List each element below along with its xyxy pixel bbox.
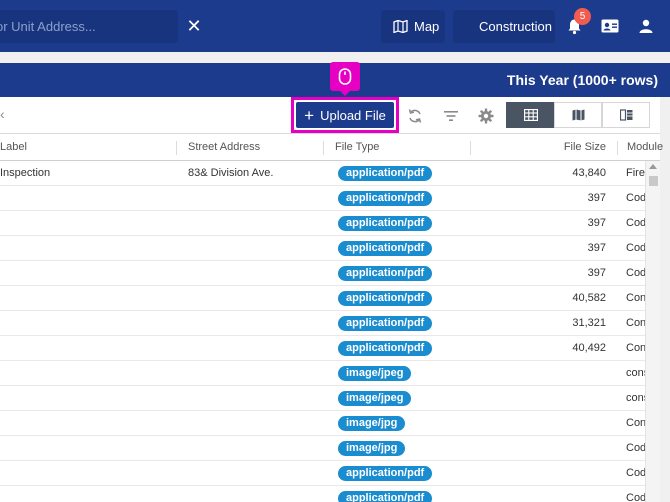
cell-file-size: 40,492 — [572, 342, 606, 354]
module-selector-button[interactable]: Construction — [453, 10, 555, 43]
map-button[interactable]: Map — [381, 10, 445, 43]
column-divider[interactable] — [323, 141, 324, 155]
column-header-file-size[interactable]: File Size — [564, 141, 606, 153]
cell-file-size: 397 — [587, 217, 606, 229]
file-type-badge: image/jpeg — [338, 391, 412, 406]
file-type-badge: image/jpg — [338, 416, 406, 431]
table-view-icon — [524, 109, 538, 121]
upload-file-label: Upload File — [320, 107, 386, 123]
split-view-button[interactable] — [602, 102, 650, 128]
person-icon[interactable] — [639, 19, 653, 33]
cell-module: Cod — [626, 442, 645, 454]
file-type-badge: application/pdf — [338, 291, 433, 306]
column-header-street-address[interactable]: Street Address — [188, 141, 260, 153]
table-row[interactable]: application/pdf Cod — [0, 461, 645, 486]
table-row[interactable]: image/jpg Con — [0, 411, 645, 436]
address-search — [0, 10, 178, 43]
id-card-icon[interactable] — [601, 19, 619, 33]
cursor-hint-tooltip — [330, 62, 360, 96]
map-button-label: Map — [414, 19, 440, 34]
file-type-badge: image/jpeg — [338, 366, 412, 381]
file-type-badge: application/pdf — [338, 191, 433, 206]
map-icon — [393, 20, 408, 33]
cell-file-size: 397 — [587, 192, 606, 204]
file-type-badge: application/pdf — [338, 316, 433, 331]
gear-icon[interactable] — [478, 108, 494, 124]
cell-module: Con — [626, 317, 645, 329]
cell-module: Cod — [626, 467, 645, 479]
file-type-badge: application/pdf — [338, 491, 433, 502]
table-row[interactable]: application/pdf 31,321 Con — [0, 311, 645, 336]
table-row[interactable]: application/pdf 397 Cod — [0, 261, 645, 286]
file-type-badge: application/pdf — [338, 341, 433, 356]
table-row[interactable]: Inspection 83& Division Ave. application/p… — [0, 161, 645, 186]
cell-module: Con — [626, 417, 645, 429]
cell-module: Con — [626, 292, 645, 304]
refresh-icon[interactable] — [407, 108, 423, 124]
table-row[interactable]: application/pdf Cod — [0, 486, 645, 502]
table-row[interactable]: image/jpeg cons — [0, 361, 645, 386]
grid-icon — [462, 21, 473, 32]
vertical-scrollbar[interactable] — [645, 161, 660, 502]
cell-module: Cod — [626, 192, 645, 204]
file-type-badge: application/pdf — [338, 466, 433, 481]
file-type-badge: application/pdf — [338, 166, 433, 181]
cell-module: Con — [626, 342, 645, 354]
cell-module: cons — [626, 392, 645, 404]
filter-icon[interactable] — [443, 108, 459, 124]
cell-file-size: 397 — [587, 242, 606, 254]
map-view-icon — [572, 109, 585, 121]
cell-module: Cod — [626, 242, 645, 254]
cell-file-size: 43,840 — [572, 167, 606, 179]
file-type-badge: application/pdf — [338, 241, 433, 256]
cell-module: Cod — [626, 217, 645, 229]
cell-label: Inspection — [0, 167, 51, 179]
table-body: Inspection 83& Division Ave. application/p… — [0, 161, 645, 502]
cell-file-size: 397 — [587, 267, 606, 279]
file-type-badge: application/pdf — [338, 266, 433, 281]
cell-file-size: 31,321 — [572, 317, 606, 329]
mouse-icon — [338, 68, 352, 85]
cell-module: cons — [626, 367, 645, 379]
cell-street-address: 83& Division Ave. — [188, 167, 274, 179]
cell-module: Cod — [626, 267, 645, 279]
plus-icon: + — [304, 105, 315, 125]
clear-search-icon[interactable]: ✕ — [186, 16, 202, 36]
cell-file-size: 40,582 — [572, 292, 606, 304]
table-view-button[interactable] — [506, 102, 554, 128]
table-row[interactable]: application/pdf 397 Cod — [0, 186, 645, 211]
table-row[interactable]: image/jpg Cod — [0, 436, 645, 461]
search-input[interactable] — [0, 10, 178, 43]
scrollbar-thumb[interactable] — [649, 176, 658, 186]
file-type-badge: application/pdf — [338, 216, 433, 231]
scroll-up-arrow-icon[interactable] — [649, 164, 657, 169]
chevron-left-icon[interactable]: ‹ — [0, 106, 5, 122]
column-divider[interactable] — [470, 141, 471, 155]
column-header-file-type[interactable]: File Type — [335, 141, 379, 153]
table-header: Label Street Address File Type File Size… — [0, 134, 663, 161]
split-view-icon — [620, 109, 633, 121]
map-view-button[interactable] — [554, 102, 602, 128]
upload-file-button[interactable]: + Upload File — [296, 102, 394, 128]
table-row[interactable]: application/pdf 40,582 Con — [0, 286, 645, 311]
table-row[interactable]: application/pdf 397 Cod — [0, 236, 645, 261]
column-header-module[interactable]: Module — [627, 141, 663, 153]
cell-module: Fire — [626, 167, 645, 179]
module-selector-label: Construction — [479, 19, 552, 34]
cell-module: Cod — [626, 492, 645, 502]
results-count-title: This Year (1000+ rows) — [506, 72, 658, 88]
table-row[interactable]: application/pdf 40,492 Con — [0, 336, 645, 361]
column-divider[interactable] — [617, 141, 618, 155]
column-header-label[interactable]: Label — [0, 141, 27, 153]
notification-badge: 5 — [574, 8, 591, 25]
table-row[interactable]: application/pdf 397 Cod — [0, 211, 645, 236]
table-row[interactable]: image/jpeg cons — [0, 386, 645, 411]
column-divider[interactable] — [176, 141, 177, 155]
file-type-badge: image/jpg — [338, 441, 406, 456]
